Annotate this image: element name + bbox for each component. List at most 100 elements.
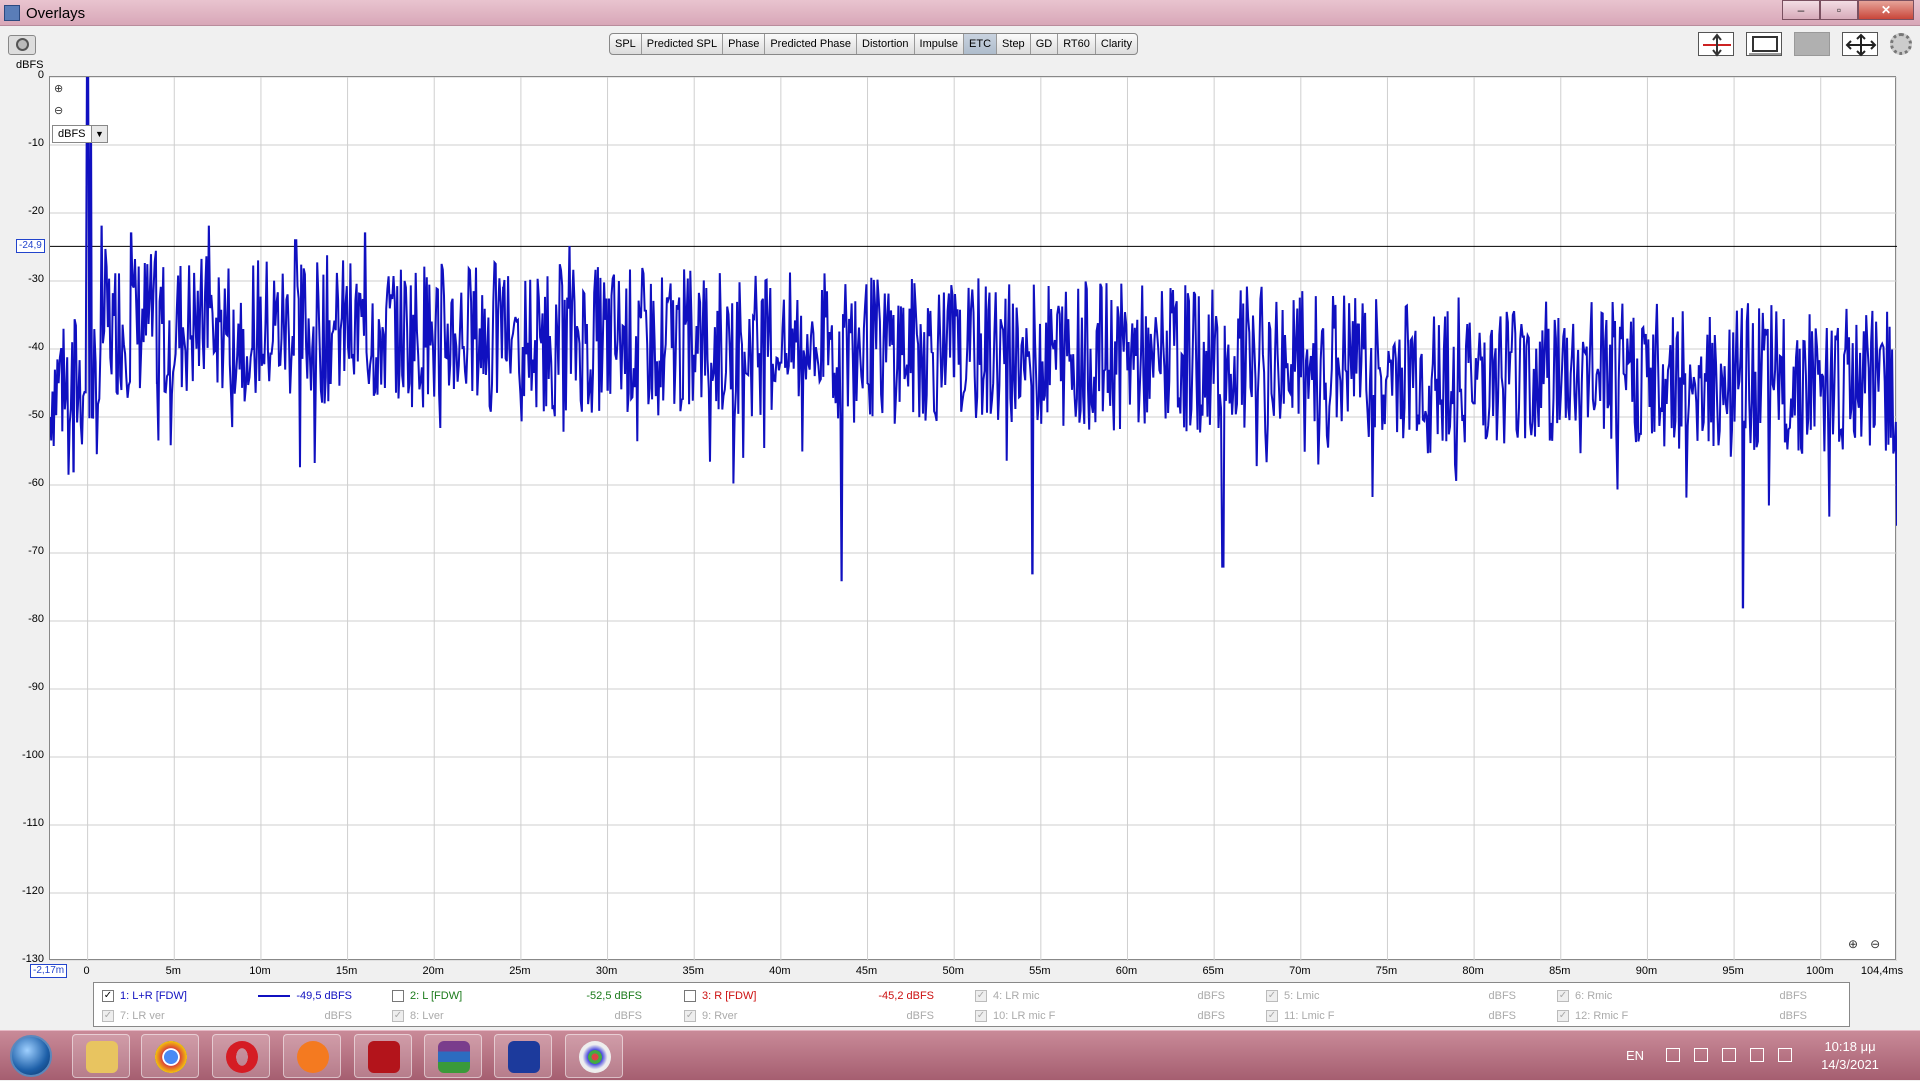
legend-item[interactable]: 3: R [FDW] -45,2 dBFS: [684, 987, 969, 1005]
volume-icon[interactable]: [1778, 1048, 1792, 1062]
x-tick-label: 5m: [165, 965, 181, 977]
legend-checkbox[interactable]: ✓: [102, 1010, 114, 1022]
blank-panel-icon[interactable]: [1794, 32, 1830, 56]
zoom-in-icon[interactable]: ⊕: [54, 82, 68, 96]
tab-etc[interactable]: ETC: [964, 34, 998, 54]
legend-label: 12: Rmic F: [1575, 1010, 1629, 1022]
clock-date: 14/3/2021: [1821, 1057, 1879, 1072]
x-tick-label: 45m: [855, 965, 878, 977]
legend-checkbox[interactable]: ✓: [1557, 990, 1569, 1002]
chrome-icon[interactable]: [141, 1034, 199, 1078]
action-center-icon[interactable]: [1694, 1048, 1708, 1062]
legend-checkbox[interactable]: [392, 990, 404, 1002]
x-tick-label: 35m: [682, 965, 704, 977]
windows-taskbar: EN 10:18 μμ 14/3/2021: [0, 1030, 1920, 1080]
legend-value: dBFS: [906, 1010, 934, 1022]
legend-item[interactable]: ✓ 12: Rmic F dBFS: [1557, 1007, 1842, 1025]
cursor-y-readout: -24,9: [16, 239, 45, 253]
unit-selector-value: dBFS: [58, 128, 86, 140]
x-zoom-in-icon[interactable]: ⊕: [1848, 937, 1858, 951]
power-icon[interactable]: [1722, 1048, 1736, 1062]
app-icon: [4, 5, 20, 21]
opera-icon[interactable]: [212, 1034, 270, 1078]
legend-checkbox[interactable]: ✓: [1266, 1010, 1278, 1022]
legend-label: 8: Lver: [410, 1010, 444, 1022]
x-zoom-out-icon[interactable]: ⊖: [1870, 937, 1880, 951]
start-button[interactable]: [10, 1035, 52, 1077]
language-indicator[interactable]: EN: [1626, 1048, 1644, 1063]
gear-icon[interactable]: [1890, 33, 1912, 55]
x-tick-label: 100m: [1805, 965, 1834, 977]
network-icon[interactable]: [1750, 1048, 1764, 1062]
y-tick-label: -80: [28, 613, 44, 625]
x-tick-label: 85m: [1549, 965, 1571, 977]
window-fit-icon[interactable]: [1746, 32, 1782, 56]
show-hidden-icons-icon[interactable]: [1666, 1048, 1680, 1062]
paint-icon[interactable]: [565, 1034, 623, 1078]
legend-checkbox[interactable]: [684, 990, 696, 1002]
unit-selector[interactable]: dBFS ▼: [52, 125, 108, 143]
legend-label: 4: LR mic: [993, 990, 1040, 1002]
x-tick-label: 25m: [509, 965, 531, 977]
legend-label: 7: LR ver: [120, 1010, 165, 1022]
clock[interactable]: 10:18 μμ 14/3/2021: [1810, 1038, 1890, 1074]
x-tick-label: 55m: [1029, 965, 1051, 977]
graph-controls: [1698, 32, 1912, 57]
winrar-icon[interactable]: [424, 1034, 482, 1078]
legend-checkbox[interactable]: ✓: [684, 1010, 696, 1022]
legend-item[interactable]: ✓ 4: LR mic dBFS: [975, 987, 1260, 1005]
legend-checkbox[interactable]: ✓: [975, 990, 987, 1002]
media-app-icon[interactable]: [354, 1034, 412, 1078]
y-tick-label: -40: [28, 341, 44, 353]
legend-item[interactable]: ✓ 8: Lver dBFS: [392, 1007, 677, 1025]
etc-plot-area[interactable]: [49, 76, 1897, 961]
legend-checkbox[interactable]: ✓: [102, 990, 114, 1002]
brave-icon[interactable]: [283, 1034, 341, 1078]
x-zoom-controls: ⊕ ⊖: [1848, 937, 1880, 951]
tab-predicted-spl[interactable]: Predicted SPL: [642, 34, 724, 54]
expand-icon[interactable]: [1842, 32, 1878, 57]
tab-step[interactable]: Step: [997, 34, 1031, 54]
legend-checkbox[interactable]: ✓: [1557, 1010, 1569, 1022]
zoom-controls: ⊕ ⊖: [54, 82, 68, 126]
legend-value: dBFS: [1197, 990, 1225, 1002]
y-tick-label: -20: [28, 205, 44, 217]
legend-checkbox[interactable]: ✓: [1266, 990, 1278, 1002]
legend-item[interactable]: ✓ 7: LR ver dBFS: [102, 1007, 387, 1025]
capture-icon[interactable]: [8, 35, 36, 55]
file-explorer-icon[interactable]: [72, 1034, 130, 1078]
legend-value: dBFS: [1488, 1010, 1516, 1022]
legend-item[interactable]: ✓ 5: Lmic dBFS: [1266, 987, 1551, 1005]
tab-predicted-phase[interactable]: Predicted Phase: [765, 34, 858, 54]
legend-checkbox[interactable]: ✓: [392, 1010, 404, 1022]
tab-impulse[interactable]: Impulse: [915, 34, 965, 54]
tab-distortion[interactable]: Distortion: [857, 34, 915, 54]
legend-item[interactable]: ✓ 6: Rmic dBFS: [1557, 987, 1842, 1005]
tab-rt60[interactable]: RT60: [1058, 34, 1096, 54]
legend-checkbox[interactable]: ✓: [975, 1010, 987, 1022]
tab-gd[interactable]: GD: [1031, 34, 1059, 54]
legend-item[interactable]: ✓ 11: Lmic F dBFS: [1266, 1007, 1551, 1025]
y-tick-label: -10: [28, 137, 44, 149]
minimize-button[interactable]: –: [1782, 0, 1820, 20]
legend-value: dBFS: [324, 1010, 352, 1022]
legend-label: 10: LR mic F: [993, 1010, 1056, 1022]
cursor-x-readout: -2,17m: [30, 964, 68, 978]
tab-phase[interactable]: Phase: [723, 34, 766, 54]
legend-item[interactable]: ✓ 1: L+R [FDW] -49,5 dBFS: [102, 987, 387, 1005]
maximize-button[interactable]: ▫: [1820, 0, 1858, 20]
tab-clarity[interactable]: Clarity: [1096, 34, 1137, 54]
legend-item[interactable]: 2: L [FDW] -52,5 dBFS: [392, 987, 677, 1005]
rew-icon[interactable]: [494, 1034, 552, 1078]
close-button[interactable]: ✕: [1858, 0, 1914, 20]
zoom-out-icon[interactable]: ⊖: [54, 104, 68, 118]
graph-type-tabs: SPL Predicted SPL Phase Predicted Phase …: [609, 33, 1139, 55]
vertical-fit-icon[interactable]: [1698, 32, 1734, 57]
legend-item[interactable]: ✓ 9: Rver dBFS: [684, 1007, 969, 1025]
legend-label: 5: Lmic: [1284, 990, 1320, 1002]
chevron-down-icon[interactable]: ▼: [91, 126, 107, 142]
legend-item[interactable]: ✓ 10: LR mic F dBFS: [975, 1007, 1260, 1025]
x-tick-label: 70m: [1289, 965, 1311, 977]
tab-spl[interactable]: SPL: [610, 34, 642, 54]
y-tick-label: -70: [28, 545, 44, 557]
